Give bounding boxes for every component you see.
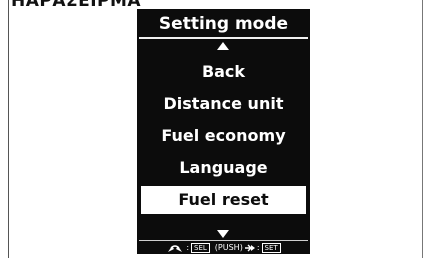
menu-item-back[interactable]: Back bbox=[137, 56, 310, 88]
setting-menu: Back Distance unit Fuel economy Language… bbox=[137, 56, 310, 214]
display-screen: Setting mode Back Distance unit Fuel eco… bbox=[137, 9, 310, 254]
arrow-up-icon bbox=[217, 42, 229, 50]
set-button-label: SET bbox=[261, 243, 281, 253]
menu-item-fuel-economy[interactable]: Fuel economy bbox=[137, 120, 310, 152]
sel-button-label: SEL bbox=[191, 243, 210, 253]
title-divider bbox=[139, 37, 308, 39]
control-hint: : SEL (PUSH) : SET bbox=[137, 242, 310, 254]
menu-item-distance-unit[interactable]: Distance unit bbox=[137, 88, 310, 120]
screen-title: Setting mode bbox=[158, 14, 289, 34]
arrow-down-icon bbox=[217, 230, 229, 238]
push-label: (PUSH) bbox=[214, 243, 243, 252]
frame-left-border bbox=[8, 0, 9, 258]
menu-item-fuel-reset[interactable]: Fuel reset bbox=[141, 186, 306, 214]
enter-arrow-icon bbox=[244, 244, 255, 252]
rotate-knob-icon bbox=[168, 245, 183, 252]
hint-colon-2: : bbox=[256, 243, 260, 252]
hint-divider bbox=[139, 240, 308, 241]
frame-right-border bbox=[422, 0, 423, 258]
page-header: ΗΑΡΑΣΕΙΡΜΑ bbox=[11, 0, 142, 11]
menu-item-language[interactable]: Language bbox=[137, 152, 310, 184]
hint-colon-1: : bbox=[186, 243, 190, 252]
